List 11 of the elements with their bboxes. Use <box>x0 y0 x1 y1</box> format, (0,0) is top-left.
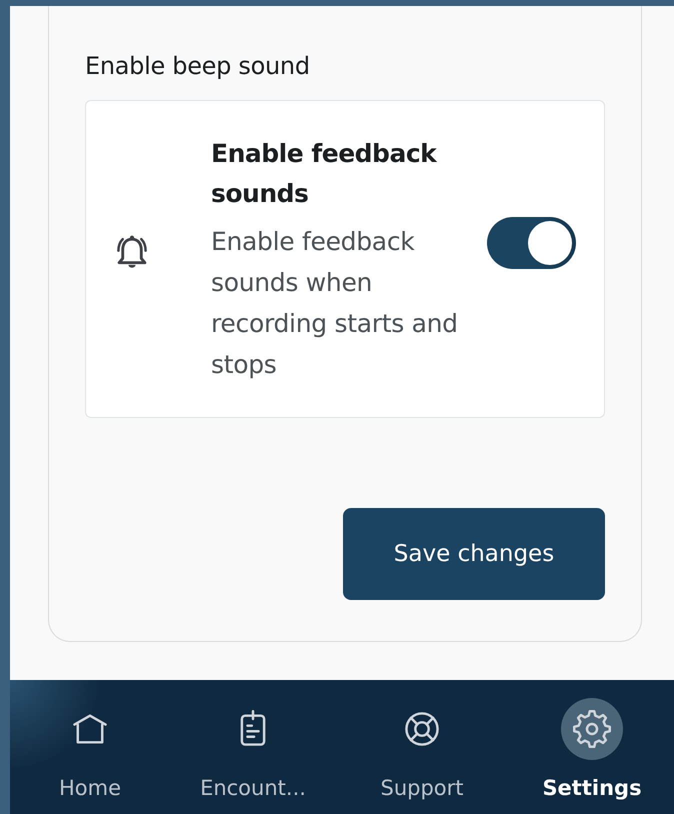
section-title: Enable beep sound <box>85 52 311 80</box>
toggle-switch[interactable] <box>487 216 576 268</box>
nav-tab-label[interactable]: Support <box>380 776 464 800</box>
save-button[interactable]: Save changes <box>343 508 605 600</box>
nav-tab-label[interactable]: Settings <box>542 776 642 800</box>
nav-tab-label[interactable]: Encount... <box>200 776 306 800</box>
setting-description: Enable feedback sounds when recording starts and stops <box>211 226 459 380</box>
gear-icon[interactable] <box>572 709 612 749</box>
nav-tab-label[interactable]: Home <box>58 776 121 800</box>
lifebuoy-icon[interactable] <box>402 709 442 749</box>
setting-title: Enable feedback sounds <box>211 138 438 210</box>
